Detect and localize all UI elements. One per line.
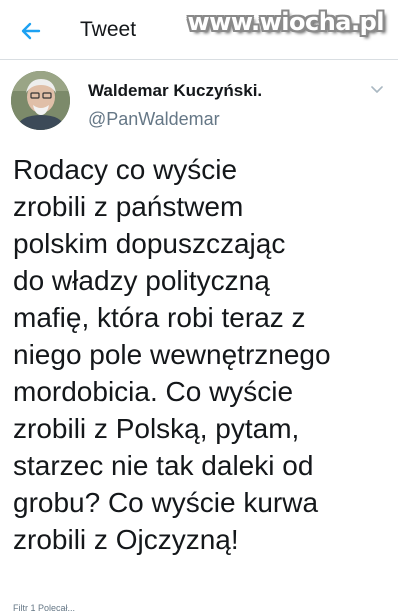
- tweet-text: Rodacy co wyście zrobili z państwem pols…: [13, 154, 331, 555]
- page-title: Tweet: [80, 18, 137, 41]
- top-bar: Tweet www.wiocha.pl: [0, 0, 398, 60]
- watermark-logo: www.wiocha.pl: [187, 8, 384, 36]
- display-name[interactable]: Waldemar Kuczyński.: [88, 80, 262, 102]
- user-handle[interactable]: @PanWaldemar: [88, 108, 220, 130]
- avatar-photo: [11, 71, 70, 130]
- arrow-left-icon: [21, 22, 41, 40]
- tweet-meta: Filtr 1 Polecał...: [13, 603, 76, 613]
- chevron-down-icon: [371, 86, 383, 93]
- tweet-author: Waldemar Kuczyński. @PanWaldemar: [0, 62, 398, 142]
- back-button[interactable]: [14, 14, 48, 48]
- tweet-menu-button[interactable]: [366, 78, 388, 100]
- avatar[interactable]: [11, 71, 70, 130]
